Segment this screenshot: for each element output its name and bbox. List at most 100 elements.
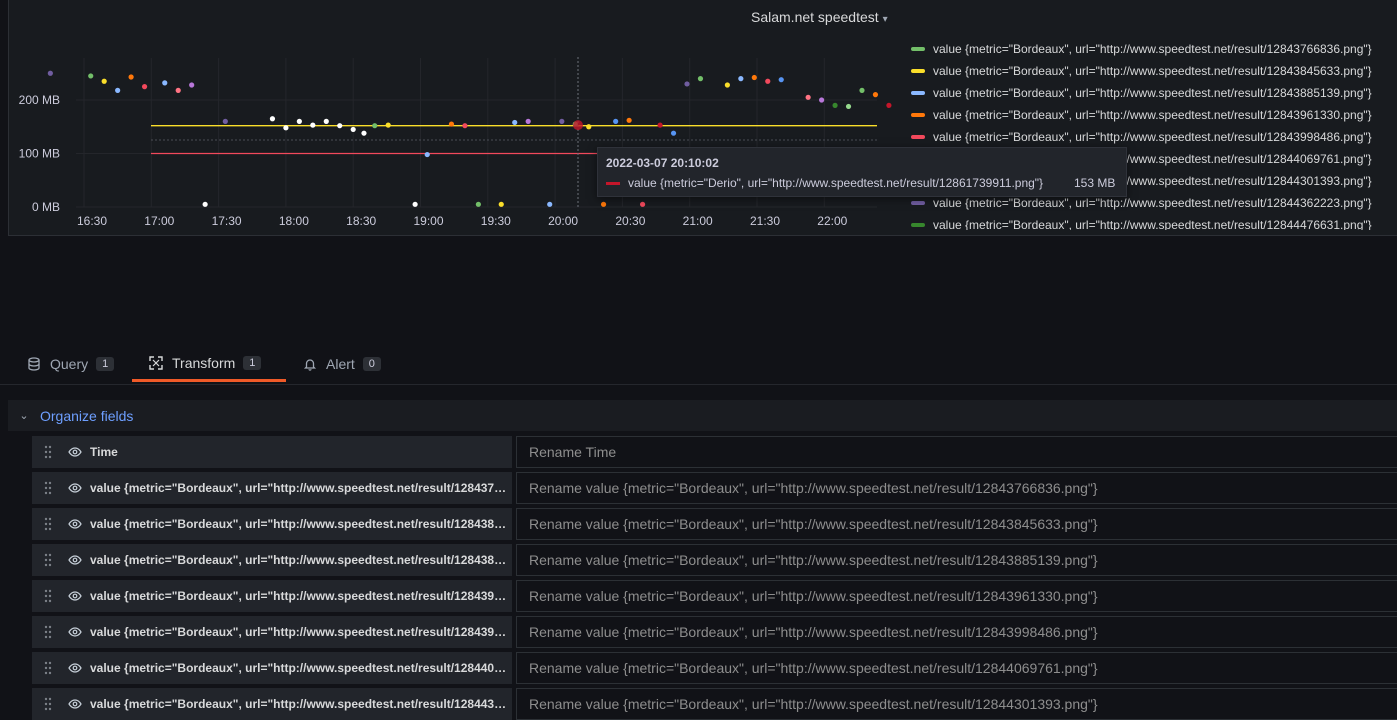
transform-icon: [148, 355, 164, 371]
eye-icon[interactable]: [64, 591, 86, 601]
drag-handle-icon[interactable]: [32, 481, 64, 495]
legend-label: value {metric="Bordeaux", url="http://ww…: [933, 108, 1372, 122]
chevron-down-icon: ⌄: [19, 410, 29, 422]
eye-icon[interactable]: [64, 699, 86, 709]
rename-field-input[interactable]: [516, 436, 1397, 468]
data-point: [600, 201, 607, 207]
field-row: value {metric="Bordeaux", url="http://ww…: [32, 652, 1397, 684]
legend-item[interactable]: value {metric="Bordeaux", url="http://ww…: [911, 38, 1397, 60]
legend-item[interactable]: value {metric="Bordeaux", url="http://ww…: [911, 82, 1397, 104]
data-point: [475, 201, 481, 207]
eye-icon[interactable]: [64, 483, 86, 493]
y-tick-label: 100 MB: [19, 147, 60, 161]
eye-icon[interactable]: [64, 627, 86, 637]
tab-transform-label: Transform: [172, 354, 236, 371]
data-point: [525, 118, 531, 124]
field-row: value {metric="Bordeaux", url="http://ww…: [32, 688, 1397, 720]
data-point: [175, 87, 181, 93]
rename-field-input[interactable]: [516, 580, 1397, 612]
data-point: [613, 118, 619, 124]
tab-query-label: Query: [50, 356, 89, 372]
tab-alert-count: 0: [362, 357, 381, 371]
drag-handle-icon[interactable]: [32, 589, 64, 603]
drag-handle-icon[interactable]: [32, 553, 64, 567]
data-point: [323, 118, 329, 124]
field-name: Time: [90, 445, 118, 459]
data-point: [88, 73, 94, 79]
x-tick-label: 22:00: [817, 214, 847, 228]
tooltip-swatch: [606, 181, 620, 185]
data-point: [657, 122, 663, 128]
legend-item[interactable]: value {metric="Bordeaux", url="http://ww…: [911, 214, 1397, 230]
legend-label: value {metric="Bordeaux", url="http://ww…: [933, 64, 1372, 78]
data-point: [162, 80, 168, 86]
rename-field-input[interactable]: [516, 508, 1397, 540]
field-name: value {metric="Bordeaux", url="http://ww…: [90, 661, 510, 675]
x-tick-label: 19:30: [481, 214, 511, 228]
data-point: [361, 130, 367, 136]
field-row: Time: [32, 436, 1397, 468]
time-series-panel: 16:30 17:00 17:30 18:00 18:30 19:00 19:30 20:00…: [8, 0, 1397, 236]
eye-icon[interactable]: [64, 447, 86, 457]
data-point: [586, 124, 592, 130]
x-tick-label: 17:00: [144, 214, 174, 228]
section-title: Organize fields: [40, 407, 134, 424]
rename-field-input[interactable]: [516, 616, 1397, 648]
rename-field-input[interactable]: [516, 544, 1397, 576]
data-point: [283, 125, 289, 131]
data-point: [498, 201, 504, 207]
hovered-point: [573, 120, 583, 131]
legend-item[interactable]: value {metric="Bordeaux", url="http://ww…: [911, 104, 1397, 126]
field-row: value {metric="Bordeaux", url="http://ww…: [32, 580, 1397, 612]
tab-alert[interactable]: Alert 0: [286, 346, 397, 382]
drag-handle-icon[interactable]: [32, 625, 64, 639]
data-point: [684, 81, 690, 87]
rename-field-input[interactable]: [516, 472, 1397, 504]
rename-field-input[interactable]: [516, 688, 1397, 720]
rename-field-input[interactable]: [516, 652, 1397, 684]
y-tick-label: 0 MB: [32, 200, 60, 214]
legend-swatch: [911, 201, 925, 205]
drag-handle-icon[interactable]: [32, 517, 64, 531]
eye-icon[interactable]: [64, 519, 86, 529]
field-row: value {metric="Bordeaux", url="http://ww…: [32, 508, 1397, 540]
data-point: [738, 76, 744, 82]
drag-handle-icon[interactable]: [32, 445, 64, 459]
eye-icon[interactable]: [64, 555, 86, 565]
data-point: [141, 84, 148, 90]
tooltip-series-label: value {metric="Derio", url="http://www.s…: [628, 176, 1044, 190]
tab-query-count: 1: [96, 357, 115, 371]
legend-swatch: [911, 223, 925, 227]
field-name-cell: value {metric="Bordeaux", url="http://ww…: [32, 688, 512, 720]
tab-alert-label: Alert: [326, 356, 355, 372]
tab-transform[interactable]: Transform 1: [132, 346, 286, 382]
scatter-chart[interactable]: 16:30 17:00 17:30 18:00 18:30 19:00 19:30 20:00…: [9, 0, 899, 236]
data-point: [462, 123, 468, 129]
x-tick-label: 17:30: [212, 214, 242, 228]
data-point: [47, 70, 53, 76]
field-name-cell: value {metric="Bordeaux", url="http://ww…: [32, 472, 512, 504]
data-point: [697, 76, 704, 82]
x-tick-label: 16:30: [77, 214, 107, 228]
x-tick-label: 21:00: [683, 214, 713, 228]
field-name: value {metric="Bordeaux", url="http://ww…: [90, 481, 510, 495]
panel-title-text: Salam.net speedtest: [751, 9, 879, 25]
data-point: [626, 117, 632, 123]
x-tick-label: 18:00: [279, 214, 309, 228]
legend-item[interactable]: value {metric="Bordeaux", url="http://ww…: [911, 60, 1397, 82]
x-tick-label: 21:30: [750, 214, 780, 228]
chevron-down-icon: ▾: [882, 14, 888, 25]
legend-item[interactable]: value {metric="Bordeaux", url="http://ww…: [911, 126, 1397, 148]
eye-icon[interactable]: [64, 663, 86, 673]
tab-query[interactable]: Query 1: [10, 346, 130, 382]
database-icon: [26, 356, 42, 372]
organize-fields-header[interactable]: ⌄ Organize fields: [8, 400, 1397, 431]
data-point: [765, 78, 771, 84]
panel-title[interactable]: Salam.net speedtest ▾: [751, 9, 888, 25]
data-point: [350, 126, 356, 133]
field-row: value {metric="Bordeaux", url="http://ww…: [32, 616, 1397, 648]
drag-handle-icon[interactable]: [32, 661, 64, 675]
x-tick-label: 20:30: [615, 214, 645, 228]
data-point: [778, 77, 784, 83]
x-tick-label: 19:00: [413, 214, 443, 228]
